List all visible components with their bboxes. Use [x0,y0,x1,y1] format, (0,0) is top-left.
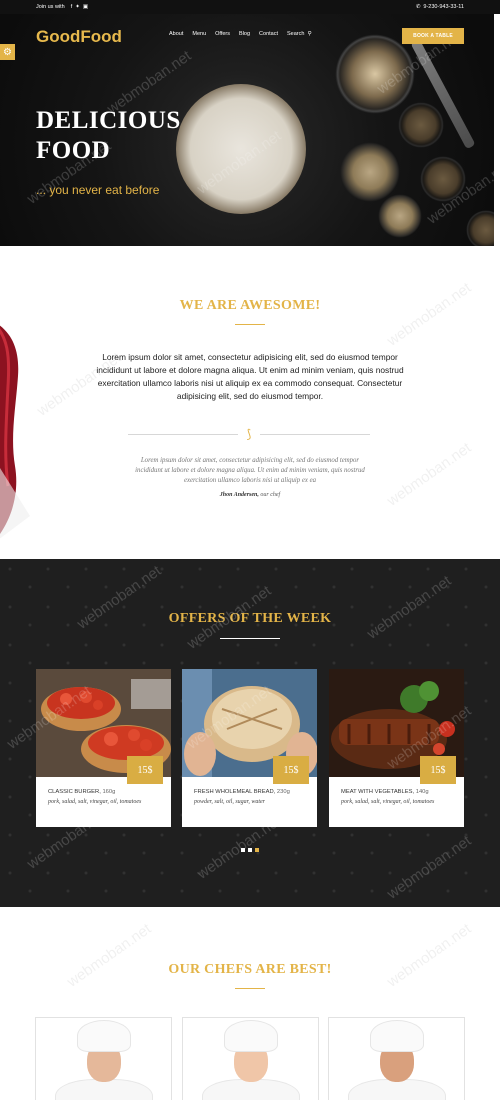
site-logo[interactable]: GoodFood [36,27,122,47]
twitter-icon[interactable]: ✦ [75,4,80,10]
carousel-dot-active[interactable] [255,848,259,852]
chef-jacket [55,1080,152,1100]
hero-cup-image [335,34,415,114]
offer-price: 15$ [273,756,309,784]
about-title-underline [235,324,265,325]
hero-nuts-image [340,142,400,202]
offer-card[interactable]: 15$ FRESH WHOLEMEAL BREAD, 230g powder, … [182,669,317,827]
chef-hat [370,1021,423,1051]
social-bar: Join us with f ✦ ▣ [36,4,88,10]
nav-contact[interactable]: Contact [259,31,278,37]
carousel-dot[interactable] [241,848,245,852]
hero-title: DELICIOUS FOOD [36,106,181,166]
chef-hat [77,1021,130,1051]
watermark: webmoban.net [384,439,475,510]
phone-contact: ✆ 9-230-943-33-11 [416,4,464,10]
chef-card[interactable] [182,1017,319,1100]
offer-name-text: CLASSIC BURGER, [48,789,101,795]
offer-name: CLASSIC BURGER, 160g [48,789,115,795]
hero-subtitle: ... you never eat before [36,183,160,197]
nav-blog[interactable]: Blog [239,31,250,37]
offer-price: 15$ [127,756,163,784]
book-table-button[interactable]: BOOK A TABLE [402,28,464,44]
offers-title: OFFERS OF THE WEEK [168,611,332,626]
nav-offers[interactable]: Offers [215,31,230,37]
phone-number: 9-230-943-33-11 [423,4,464,10]
phone-icon: ✆ [415,4,421,10]
about-text: Lorem ipsum dolor sit amet, consectetur … [96,352,404,401]
hero-title-line2: FOOD [36,137,111,164]
watermark: webmoban.net [64,920,155,991]
chef-jacket [348,1080,445,1100]
instagram-icon[interactable]: ▣ [83,4,88,10]
facebook-icon[interactable]: f [71,4,73,10]
search-icon: ⚲ [307,31,312,37]
hero-seeds-image [378,194,422,238]
chef-quote: Lorem ipsum dolor sit amet, consectetur … [135,457,365,484]
join-us-label: Join us with [36,4,65,10]
chef-card[interactable] [328,1017,465,1100]
offer-name-text: MEAT WITH VEGETABLES, [341,789,415,795]
social-links: f ✦ ▣ [71,4,88,10]
offer-name: MEAT WITH VEGETABLES, 140g [341,789,429,795]
carousel-dot[interactable] [248,848,252,852]
chef-jacket [202,1080,299,1100]
quote-author-role: our chef [258,492,281,498]
about-section: WE ARE AWESOME! Lorem ipsum dolor sit am… [0,246,500,559]
hero-plate-image [176,84,306,214]
nav-search[interactable]: Search ⚲ [287,31,311,37]
offer-name: FRESH WHOLEMEAL BREAD, 230g [194,789,290,795]
watermark: webmoban.net [384,920,475,991]
hero-bowl-image-3 [466,210,494,246]
chefs-title: OUR CHEFS ARE BEST! [168,962,332,977]
chefs-section: OUR CHEFS ARE BEST! webmoban.net webmoba… [0,907,500,1100]
offer-description: pork, salad, salt, vinegar, oil, tomatoe… [341,799,435,805]
offer-name-text: FRESH WHOLEMEAL BREAD, [194,789,276,795]
chef-card[interactable] [35,1017,172,1100]
offer-price: 15$ [420,756,456,784]
chefs-title-underline [235,988,265,989]
offer-weight: 140g [414,789,429,795]
quote-author: Jhon Andersen, our chef [0,492,500,498]
hero-bowl-image-2 [420,156,466,202]
offer-weight: 160g [100,789,116,795]
nav-about[interactable]: About [169,31,183,37]
gear-icon[interactable]: ⚙ [0,44,15,60]
offer-weight: 230g [275,789,290,795]
carousel-dots [241,848,259,852]
main-nav: About Menu Offers Blog Contact Search ⚲ [169,31,311,37]
offer-card[interactable]: 15$ CLASSIC BURGER, 160g pork, salad, sa… [36,669,171,827]
watermark: webmoban.net [384,279,475,350]
about-title: WE ARE AWESOME! [179,298,321,313]
offer-description: powder, salt, oil, sugar, water [194,799,266,805]
nav-search-label: Search [287,31,305,37]
offers-title-underline [220,638,280,639]
wine-pour-image [0,325,30,539]
wheat-icon: ⟆ [238,424,260,444]
nav-menu[interactable]: Menu [192,31,206,37]
hero-bowl-image [398,102,444,148]
top-bar: Join us with f ✦ ▣ ✆ 9-230-943-33-11 [0,0,500,14]
quote-author-name: Jhon Andersen, [219,492,259,498]
offers-section: OFFERS OF THE WEEK 15$ CLASSIC BURGER, 1… [0,559,500,907]
hero-title-line1: DELICIOUS [36,107,181,134]
offer-card[interactable]: 15$ MEAT WITH VEGETABLES, 140g pork, sal… [329,669,464,827]
chef-hat [224,1021,277,1051]
offer-description: pork, salad, salt, vinegar, oil, tomatoe… [48,799,142,805]
